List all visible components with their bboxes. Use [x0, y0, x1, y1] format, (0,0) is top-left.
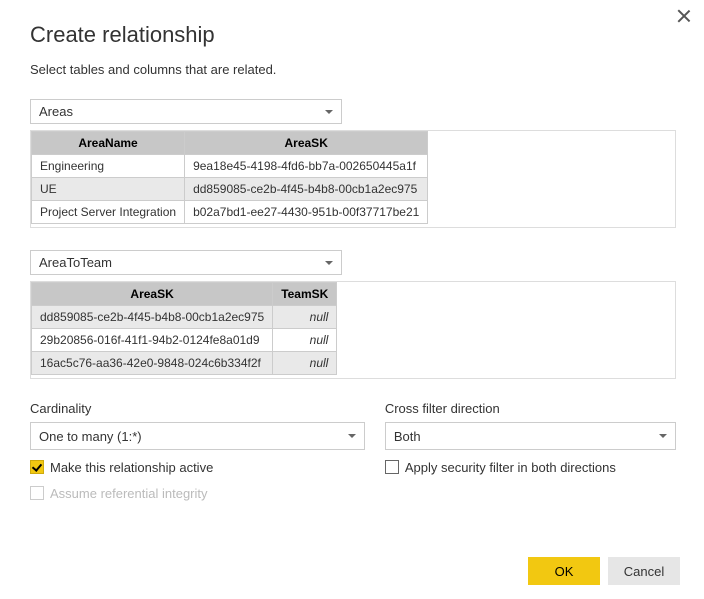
active-checkbox-label: Make this relationship active	[50, 460, 213, 475]
table-row[interactable]: Project Server Integration b02a7bd1-ee27…	[32, 201, 428, 224]
dialog-content: Create relationship Select tables and co…	[0, 0, 704, 502]
table2-col-0[interactable]: AreaSK	[32, 283, 273, 306]
table2-dropdown[interactable]: AreaToTeam	[30, 250, 342, 275]
table-row[interactable]: Engineering 9ea18e45-4198-4fd6-bb7a-0026…	[32, 155, 428, 178]
table1-preview: AreaName AreaSK Engineering 9ea18e45-419…	[30, 130, 676, 228]
close-icon[interactable]	[676, 8, 692, 24]
chevron-down-icon	[325, 261, 333, 265]
dialog-footer: OK Cancel	[528, 557, 680, 585]
security-checkbox-label: Apply security filter in both directions	[405, 460, 616, 475]
cardinality-label: Cardinality	[30, 401, 365, 416]
ok-button[interactable]: OK	[528, 557, 600, 585]
chevron-down-icon	[659, 434, 667, 438]
table2-selected: AreaToTeam	[39, 255, 112, 270]
table-row[interactable]: UE dd859085-ce2b-4f45-b4b8-00cb1a2ec975	[32, 178, 428, 201]
cancel-button[interactable]: Cancel	[608, 557, 680, 585]
referential-checkbox-row: Assume referential integrity	[30, 484, 365, 502]
table2-col-1[interactable]: TeamSK	[273, 283, 337, 306]
table1-col-0[interactable]: AreaName	[32, 132, 185, 155]
table1-dropdown[interactable]: Areas	[30, 99, 342, 124]
active-checkbox-row[interactable]: Make this relationship active	[30, 458, 365, 476]
security-checkbox-row[interactable]: Apply security filter in both directions	[385, 458, 676, 476]
page-subtitle: Select tables and columns that are relat…	[30, 62, 676, 77]
table-row[interactable]: dd859085-ce2b-4f45-b4b8-00cb1a2ec975 nul…	[32, 306, 337, 329]
referential-checkbox	[30, 486, 44, 500]
table1-col-1[interactable]: AreaSK	[185, 132, 428, 155]
chevron-down-icon	[348, 434, 356, 438]
cardinality-dropdown[interactable]: One to many (1:*)	[30, 422, 365, 450]
security-checkbox[interactable]	[385, 460, 399, 474]
crossfilter-dropdown[interactable]: Both	[385, 422, 676, 450]
cardinality-value: One to many (1:*)	[39, 429, 142, 444]
table-row[interactable]: 29b20856-016f-41f1-94b2-0124fe8a01d9 nul…	[32, 329, 337, 352]
chevron-down-icon	[325, 110, 333, 114]
table2-grid: AreaSK TeamSK dd859085-ce2b-4f45-b4b8-00…	[31, 282, 337, 375]
table2-preview: AreaSK TeamSK dd859085-ce2b-4f45-b4b8-00…	[30, 281, 676, 379]
active-checkbox[interactable]	[30, 460, 44, 474]
crossfilter-label: Cross filter direction	[385, 401, 676, 416]
referential-checkbox-label: Assume referential integrity	[50, 486, 208, 501]
table1-selected: Areas	[39, 104, 73, 119]
crossfilter-value: Both	[394, 429, 421, 444]
table1-grid: AreaName AreaSK Engineering 9ea18e45-419…	[31, 131, 428, 224]
page-title: Create relationship	[30, 22, 676, 48]
table-row[interactable]: 16ac5c76-aa36-42e0-9848-024c6b334f2f nul…	[32, 352, 337, 375]
